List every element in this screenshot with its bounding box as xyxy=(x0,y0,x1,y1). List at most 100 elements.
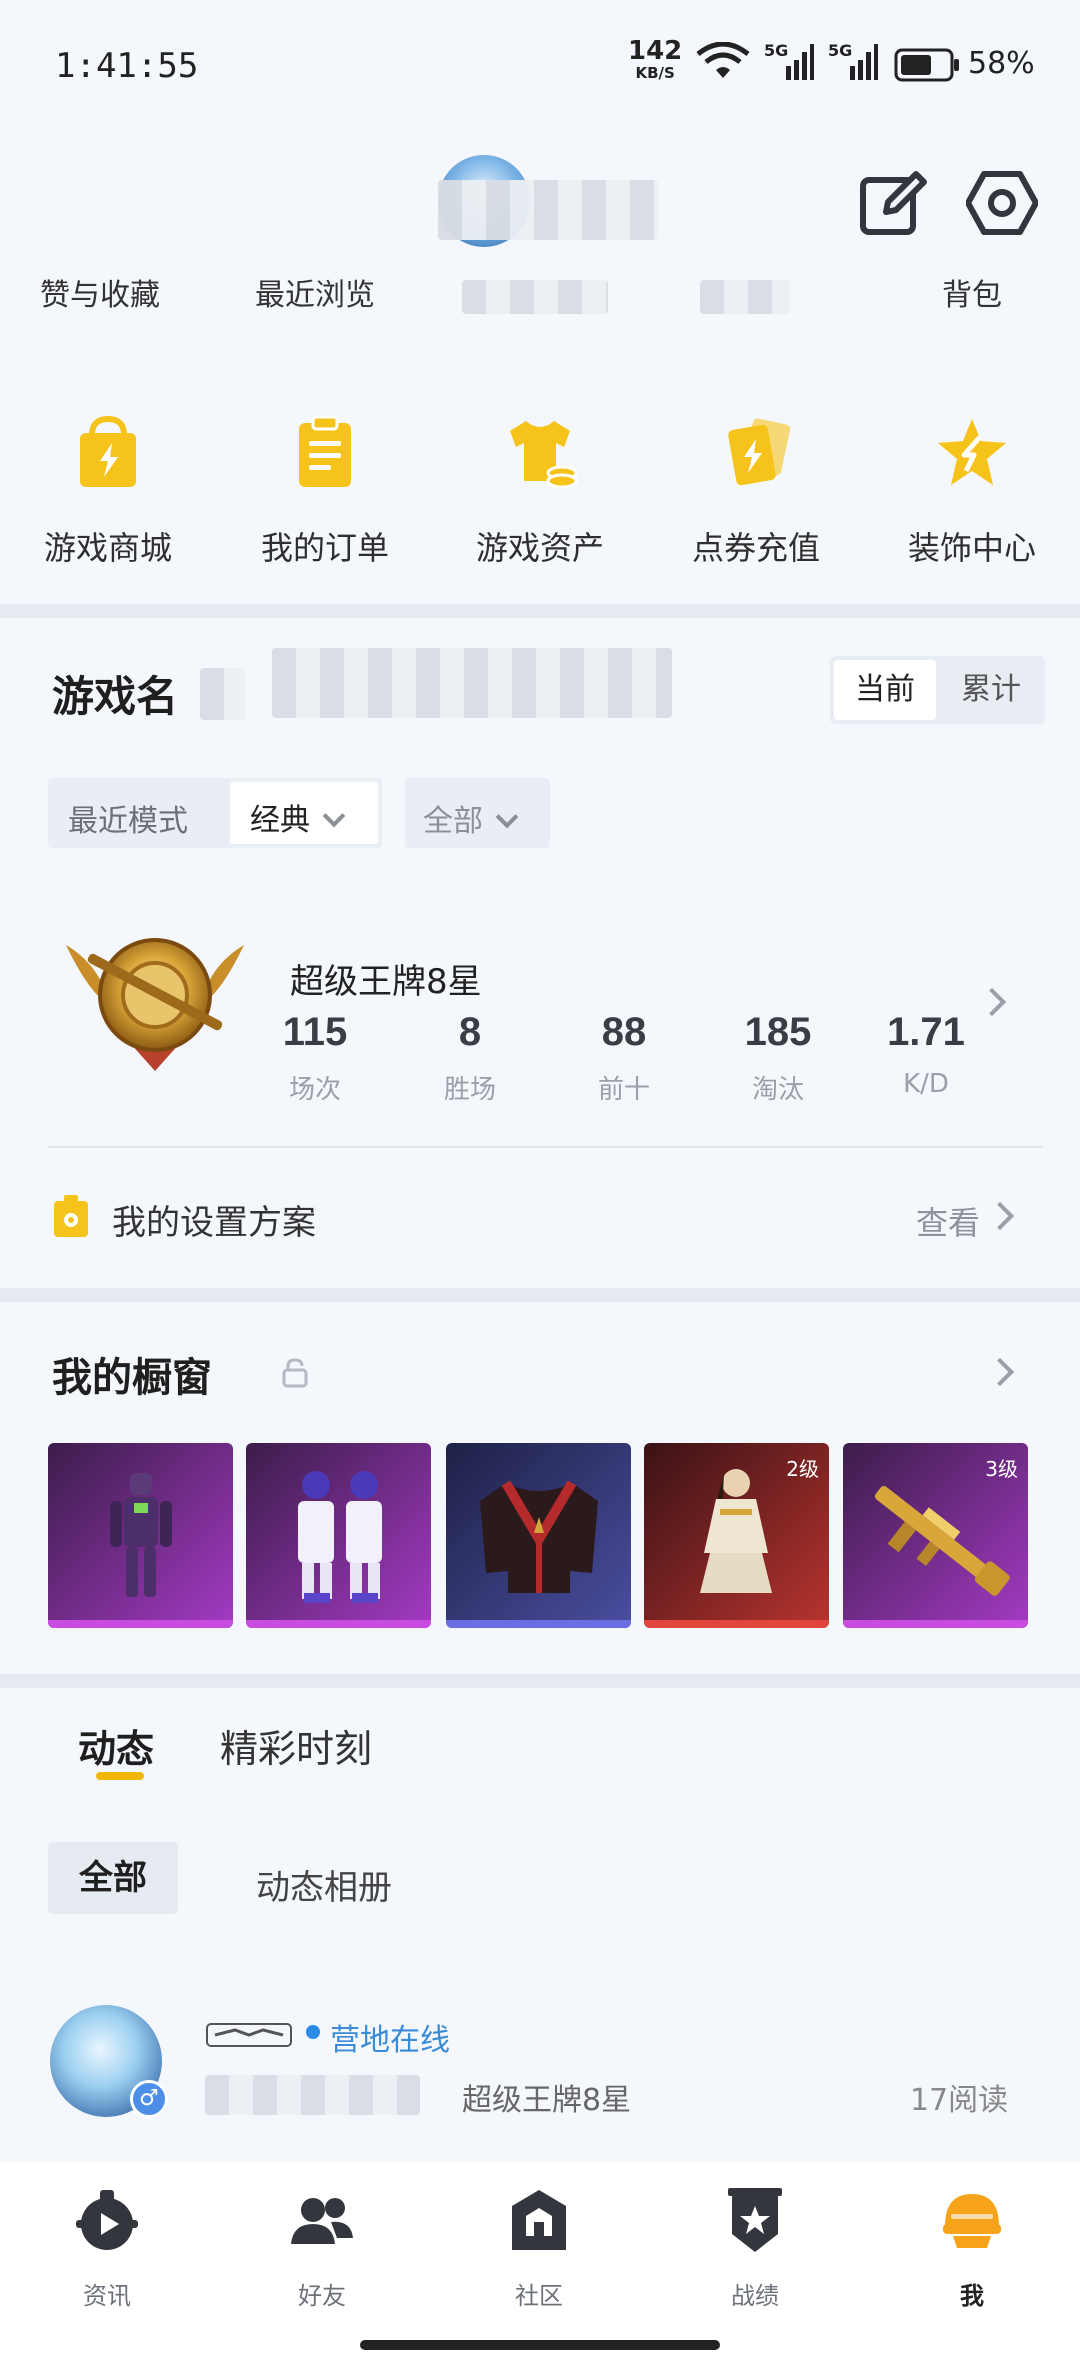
battery-percent: 58% xyxy=(968,46,1035,81)
rarity-bar xyxy=(446,1620,631,1628)
section-divider xyxy=(0,1288,1080,1302)
nav-label: 我 xyxy=(960,2282,984,2310)
settings-view-link[interactable]: 查看 xyxy=(916,1198,980,1244)
svg-text:5G: 5G xyxy=(828,41,852,60)
username-redacted xyxy=(438,180,658,240)
game-title: 游戏名 xyxy=(52,672,179,721)
news-play-icon xyxy=(76,2190,138,2250)
mecha-suit-icon xyxy=(110,1473,172,1597)
likes-favorites-link[interactable]: 赞与收藏 xyxy=(40,270,160,314)
nav-friends[interactable]: 好友 xyxy=(247,2186,397,2311)
item-level-badge: 3级 xyxy=(985,1457,1018,1481)
record-shield-icon xyxy=(728,2188,782,2252)
nav-community[interactable]: 社区 xyxy=(464,2186,614,2311)
stat-wins: 8 胜场 xyxy=(443,1010,496,1105)
nav-label: 社区 xyxy=(515,2282,563,2310)
shortcut-label: 游戏资产 xyxy=(475,529,604,567)
redacted-text xyxy=(205,2075,420,2115)
tab-moments[interactable]: 动态 xyxy=(78,1718,154,1773)
signal-5g-icon: 5G xyxy=(828,41,878,80)
shortcut-my-orders[interactable]: 我的订单 xyxy=(245,415,405,569)
chevron-right-icon[interactable] xyxy=(985,1201,1015,1231)
showcase-title: 我的橱窗 xyxy=(52,1355,212,1401)
status-bar: 1:41:55 142 KB/S 5G 5G 58% xyxy=(0,0,1080,130)
redacted-text xyxy=(200,668,245,720)
rarity-bar xyxy=(843,1620,1028,1628)
section-divider xyxy=(0,1674,1080,1688)
post-read-count: 17阅读 xyxy=(910,2083,1009,2118)
nav-me[interactable]: 我 xyxy=(897,2186,1047,2311)
jacket-icon xyxy=(480,1480,598,1593)
active-tab-indicator xyxy=(96,1772,144,1780)
battery-icon xyxy=(894,48,959,82)
shortcut-game-store[interactable]: 游戏商城 xyxy=(28,415,188,569)
redacted-link xyxy=(700,280,790,314)
chevron-down-icon xyxy=(322,804,346,828)
shortcut-voucher-topup[interactable]: 点券充值 xyxy=(676,415,836,569)
svg-text:5G: 5G xyxy=(764,41,788,60)
toggle-current[interactable]: 当前 xyxy=(834,660,936,720)
signal-5g-icon: 5G xyxy=(764,41,814,80)
wifi-icon xyxy=(696,42,750,78)
rarity-bar xyxy=(246,1620,431,1628)
nav-label: 资讯 xyxy=(83,2282,131,2310)
mode-filter: 最近模式 经典 xyxy=(48,778,382,848)
stat-matches: 115 场次 xyxy=(282,1010,348,1105)
chevron-down-icon xyxy=(495,805,519,829)
showcase-more-arrow-icon[interactable] xyxy=(985,1357,1015,1387)
nav-news[interactable]: 资讯 xyxy=(32,2186,182,2311)
outfit-pair-icon xyxy=(298,1471,382,1603)
order-list-icon xyxy=(299,415,351,487)
tshirt-coins-icon xyxy=(510,421,578,489)
helmet-profile-icon xyxy=(943,2194,1001,2248)
stat-eliminations: 185 淘汰 xyxy=(744,1010,812,1105)
male-gender-icon: ♂ xyxy=(130,2080,168,2118)
shortcut-game-assets[interactable]: 游戏资产 xyxy=(460,415,620,569)
nav-label: 战绩 xyxy=(731,2282,779,2310)
shortcut-label: 点券充值 xyxy=(691,529,820,567)
showcase-item[interactable] xyxy=(246,1443,431,1628)
home-indicator[interactable] xyxy=(360,2340,720,2350)
stats-period-toggle: 当前 累计 xyxy=(830,656,1045,724)
showcase-item[interactable]: 3级 xyxy=(843,1443,1028,1628)
friends-icon xyxy=(291,2198,353,2244)
shortcut-label: 游戏商城 xyxy=(43,529,172,567)
tab-highlights[interactable]: 精彩时刻 xyxy=(220,1718,372,1773)
showcase-item[interactable] xyxy=(48,1443,233,1628)
settings-plan-label[interactable]: 我的设置方案 xyxy=(112,1195,316,1244)
subtab-album[interactable]: 动态相册 xyxy=(256,1860,392,1909)
item-level-badge: 2级 xyxy=(786,1457,819,1481)
rarity-bar xyxy=(48,1620,233,1628)
star-badge-icon xyxy=(938,419,1006,485)
shortcut-label: 我的订单 xyxy=(260,529,389,567)
handshake-emblem-icon xyxy=(206,2023,292,2047)
rank-badge-icon xyxy=(66,938,244,1071)
toggle-total[interactable]: 累计 xyxy=(940,656,1042,724)
stat-top10: 88 前十 xyxy=(597,1010,650,1105)
online-indicator xyxy=(306,2025,320,2039)
rank-name: 超级王牌8星 xyxy=(290,962,482,1002)
stat-kd: 1.71 K/D xyxy=(887,1010,965,1099)
network-speed: 142 KB/S xyxy=(628,36,683,82)
section-divider xyxy=(0,604,1080,618)
redacted-link xyxy=(462,280,608,314)
scope-select[interactable]: 全部 xyxy=(405,778,550,848)
mode-select[interactable]: 经典 xyxy=(230,782,378,844)
post-rank: 超级王牌8星 xyxy=(462,2083,632,2118)
subtab-all[interactable]: 全部 xyxy=(48,1842,178,1914)
shortcut-decoration-center[interactable]: 装饰中心 xyxy=(892,415,1052,569)
recent-browse-link[interactable]: 最近浏览 xyxy=(255,270,375,314)
shopping-bag-icon xyxy=(80,415,136,487)
settings-icon[interactable] xyxy=(966,168,1038,238)
quick-links: 赞与收藏 最近浏览 背包 xyxy=(0,270,1080,330)
clock: 1:41:55 xyxy=(55,46,199,86)
showcase-item[interactable] xyxy=(446,1443,631,1628)
shortcut-label: 装饰中心 xyxy=(907,529,1036,567)
nav-records[interactable]: 战绩 xyxy=(680,2186,830,2311)
showcase-item[interactable]: 2级 xyxy=(644,1443,829,1628)
mode-filter-label: 最近模式 xyxy=(68,804,188,839)
edit-icon[interactable] xyxy=(858,168,928,238)
backpack-link[interactable]: 背包 xyxy=(942,270,1002,314)
settings-plan-icon xyxy=(54,1195,88,1237)
lock-icon xyxy=(282,1358,308,1388)
